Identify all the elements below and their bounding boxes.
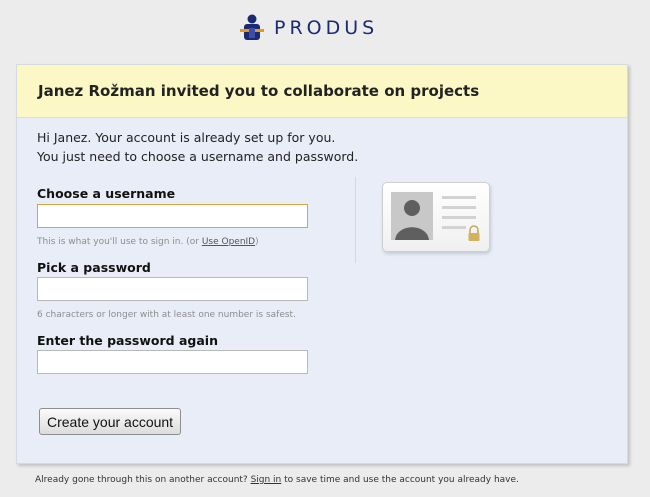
invite-header: Janez Rožman invited you to collaborate … (17, 65, 627, 118)
username-hint: This is what you'll use to sign in. (or … (37, 237, 259, 247)
intro-line-2: You just need to choose a username and p… (37, 149, 359, 164)
footer-prefix: Already gone through this on another acc… (35, 475, 251, 485)
brand-name: PRODUS (274, 17, 379, 39)
footer-suffix: to save time and use the account you alr… (281, 475, 519, 485)
produs-logo-icon (240, 14, 264, 40)
padlock-icon (468, 225, 480, 241)
intro-line-1: Hi Janez. Your account is already set up… (37, 130, 336, 145)
page-title: Janez Rožman invited you to collaborate … (38, 82, 480, 100)
username-label: Choose a username (37, 186, 176, 201)
id-card-graphic (391, 192, 480, 241)
password-again-label: Enter the password again (37, 333, 218, 348)
intro-text: Hi Janez. Your account is already set up… (37, 128, 358, 166)
use-openid-link[interactable]: Use OpenID (202, 237, 255, 247)
password-again-field[interactable] (37, 350, 308, 374)
username-hint-text: This is what you'll use to sign in. (or (37, 237, 202, 247)
create-account-button[interactable]: Create your account (39, 408, 182, 435)
divider (355, 177, 356, 263)
sign-in-link[interactable]: Sign in (251, 475, 282, 485)
username-hint-close: ) (255, 237, 259, 247)
invite-card: Janez Rožman invited you to collaborate … (16, 64, 628, 464)
password-field[interactable] (37, 277, 308, 301)
password-hint: 6 characters or longer with at least one… (37, 310, 296, 320)
footer-text: Already gone through this on another acc… (35, 475, 519, 485)
id-card-icon (382, 182, 490, 252)
brand-logo: PRODUS (240, 14, 378, 42)
password-label: Pick a password (37, 260, 151, 275)
username-field[interactable] (37, 204, 308, 228)
